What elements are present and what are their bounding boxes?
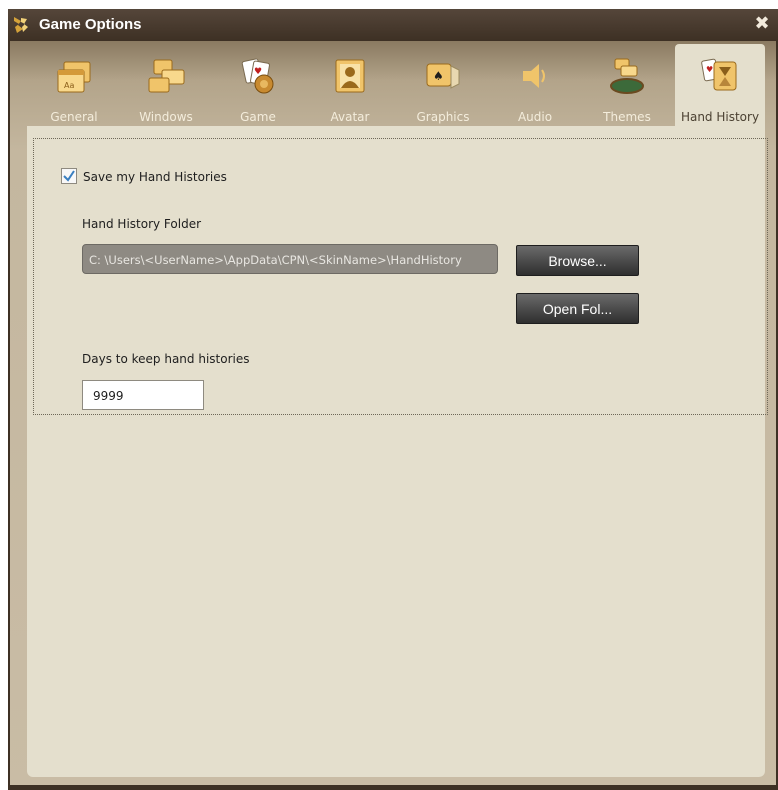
avatar-icon	[335, 59, 365, 93]
tab-game[interactable]: ♥ Game	[226, 44, 290, 126]
days-to-keep-input[interactable]: 9999	[82, 380, 204, 410]
save-hand-histories-checkbox[interactable]	[61, 168, 77, 184]
windows-icon	[148, 59, 185, 93]
tab-hand-history[interactable]: ♥ Hand History	[675, 44, 765, 126]
hand-history-folder-path[interactable]: C: \Users\<UserName>\AppData\CPN\<SkinNa…	[82, 244, 498, 274]
tab-audio[interactable]: Audio	[508, 44, 562, 126]
window-title: Game Options	[39, 16, 142, 33]
save-hand-histories-label: Save my Hand Histories	[83, 170, 227, 184]
svg-text:♥: ♥	[706, 65, 713, 74]
audio-icon	[523, 64, 545, 88]
tab-general[interactable]: Aa General	[44, 44, 104, 126]
tab-label: General	[50, 110, 98, 124]
tab-label: Avatar	[330, 110, 370, 124]
tab-label: Windows	[139, 110, 193, 124]
svg-text:Aa: Aa	[64, 81, 74, 90]
tab-label: Hand History	[680, 110, 760, 124]
themes-icon	[610, 58, 644, 94]
tab-label: Audio	[517, 110, 553, 124]
tab-graphics[interactable]: ♠ Graphics	[410, 44, 476, 126]
hand-history-icon: ♥	[701, 58, 737, 91]
game-icon: ♥	[241, 58, 274, 94]
tab-themes[interactable]: Themes	[596, 44, 658, 126]
tab-label: Graphics	[416, 110, 470, 124]
graphics-icon: ♠	[426, 63, 460, 89]
tab-label: Game	[240, 110, 276, 124]
browse-button[interactable]: Browse...	[516, 245, 639, 276]
tab-avatar[interactable]: Avatar	[320, 44, 380, 126]
days-to-keep-label: Days to keep hand histories	[82, 352, 250, 366]
hand-history-folder-label: Hand History Folder	[82, 217, 202, 231]
close-icon[interactable]: ✖	[752, 13, 772, 35]
svg-text:♠: ♠	[433, 69, 444, 83]
title-bar: Game Options ✖	[8, 9, 778, 41]
general-icon: Aa	[57, 61, 91, 93]
open-folder-button[interactable]: Open Fol...	[516, 293, 639, 324]
app-icon	[14, 17, 28, 33]
tab-label: Themes	[603, 110, 651, 124]
checkmark-icon	[63, 170, 75, 182]
tab-windows[interactable]: Windows	[131, 44, 201, 126]
